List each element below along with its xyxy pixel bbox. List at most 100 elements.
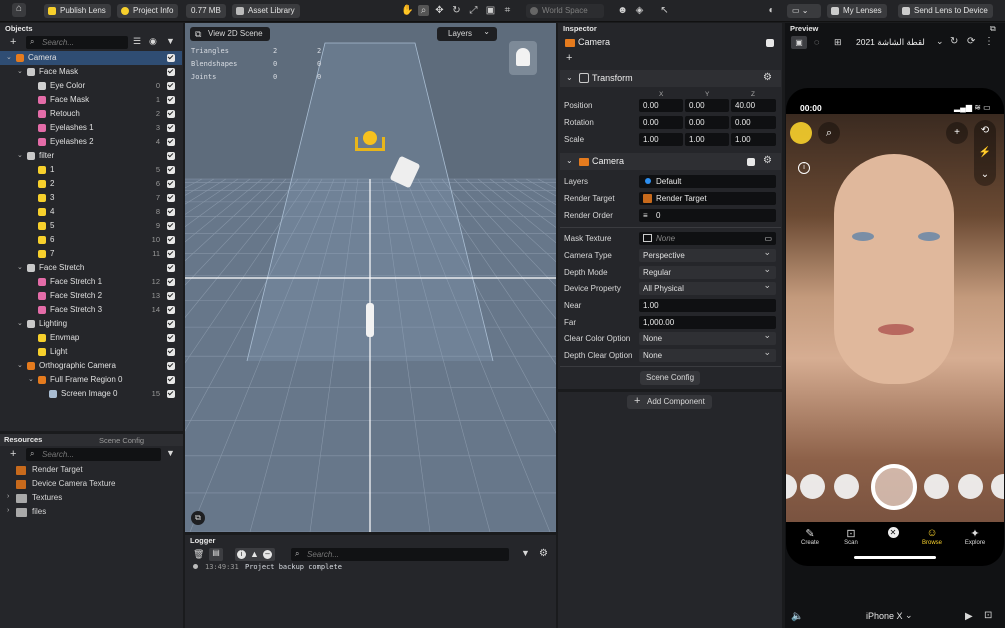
visibility-checkbox[interactable] <box>167 96 175 104</box>
capture-button[interactable] <box>871 464 917 510</box>
main-camera-gizmo-icon[interactable] <box>366 303 374 337</box>
chevron-down-icon[interactable]: ⌄ <box>17 149 23 163</box>
layers-dropdown[interactable]: Layers ⌄ <box>437 27 497 41</box>
visibility-checkbox[interactable] <box>167 152 175 160</box>
tree-row-3[interactable]: 37 <box>0 191 182 205</box>
trash-icon[interactable]: 🗑 <box>193 549 204 560</box>
lens-carousel-item[interactable] <box>924 474 949 499</box>
tree-row-screen-image-0[interactable]: Screen Image 0 15 <box>0 387 182 401</box>
video-camera-icon[interactable]: ▶ <box>965 611 973 622</box>
bitmoji-avatar[interactable] <box>790 122 812 144</box>
view-2d-scene-button[interactable]: ⧉ View 2D Scene <box>190 27 270 41</box>
cursor-icon[interactable]: ↖ <box>659 5 670 16</box>
visibility-checkbox[interactable] <box>167 306 175 314</box>
scene-config-button[interactable]: Scene Config <box>640 371 700 385</box>
rotation-y-field[interactable]: 0.00 <box>685 116 729 129</box>
chevron-right-icon[interactable]: › <box>7 493 9 500</box>
clear-color-dropdown[interactable]: None <box>639 329 776 345</box>
chevron-down-icon[interactable]: ⌄ <box>28 373 34 387</box>
position-z-field[interactable]: 40.00 <box>731 99 776 112</box>
preview-media-title[interactable]: لقطة الشاشة 2021 <box>856 37 925 48</box>
nav-close[interactable]: ✕ <box>873 527 913 538</box>
tree-row-6[interactable]: 6 10 <box>0 233 182 247</box>
folder-icon[interactable]: ▭ <box>764 232 772 245</box>
lens-carousel-item[interactable] <box>958 474 983 499</box>
gear-icon[interactable]: ⚙ <box>763 155 772 166</box>
visibility-checkbox[interactable] <box>167 362 175 370</box>
scale-tool-icon[interactable]: ⤢ <box>468 5 479 16</box>
tree-row-face-stretch-2[interactable]: Face Stretch 2 13 <box>0 289 182 303</box>
camera-enabled-checkbox[interactable] <box>747 158 755 166</box>
render-target-field[interactable]: Render Target <box>639 192 776 205</box>
position-y-field[interactable]: 0.00 <box>685 99 729 112</box>
my-lenses-button[interactable]: My Lenses <box>827 4 887 18</box>
visibility-checkbox[interactable] <box>167 264 175 272</box>
tree-row-face-stretch-1[interactable]: Face Stretch 1 12 <box>0 275 182 289</box>
move-tool-icon[interactable]: ✥ <box>434 5 445 16</box>
mask-texture-field[interactable]: None ▭ <box>639 232 776 245</box>
filter-icon[interactable]: ▼ <box>166 36 175 46</box>
preview-settings-icon[interactable]: ⧉ <box>990 24 996 34</box>
visibility-checkbox[interactable] <box>167 124 175 132</box>
chevron-down-icon[interactable]: ⌄ <box>936 36 944 47</box>
lens-carousel-item[interactable] <box>834 474 859 499</box>
visibility-checkbox[interactable] <box>167 236 175 244</box>
gear-icon[interactable]: ⚙ <box>763 72 772 83</box>
home-icon[interactable]: ⌂ <box>12 3 26 17</box>
visibility-checkbox[interactable] <box>167 194 175 202</box>
visibility-checkbox[interactable] <box>167 180 175 188</box>
face-icon[interactable]: ◌ <box>814 37 819 47</box>
object-enabled-checkbox[interactable] <box>766 39 774 47</box>
visibility-checkbox[interactable] <box>167 292 175 300</box>
add-component-icon[interactable]: + <box>566 52 572 64</box>
tree-row-envmap[interactable]: Envmap <box>0 331 182 345</box>
chevron-down-icon[interactable]: ⌄ <box>17 261 23 275</box>
resources-search[interactable]: ⌕ Search... <box>26 448 161 461</box>
add-resource-icon[interactable]: + <box>10 448 16 460</box>
chevron-down-icon[interactable]: ⌄ <box>17 359 23 373</box>
tree-row-7[interactable]: 7 11 <box>0 247 182 261</box>
preview-mode-icon[interactable]: ▣ <box>791 36 807 49</box>
chevron-right-icon[interactable]: › <box>7 507 9 514</box>
world-space-dropdown[interactable]: World Space <box>526 4 604 18</box>
visibility-checkbox[interactable] <box>167 348 175 356</box>
search-icon[interactable]: ⌕ <box>818 122 840 144</box>
position-x-field[interactable]: 0.00 <box>639 99 683 112</box>
filter-icon[interactable]: ▼ <box>166 448 175 458</box>
device-selector[interactable]: iPhone X <box>866 611 903 621</box>
dark-mode-icon[interactable]: ◐ <box>766 5 777 16</box>
ghost-gizmo-icon[interactable] <box>509 41 537 75</box>
chevron-down-icon[interactable]: ⌄ <box>17 317 23 331</box>
light-gizmo-icon[interactable] <box>355 131 385 153</box>
tree-row-face-stretch[interactable]: ⌄ Face Stretch <box>0 261 182 275</box>
visibility-checkbox[interactable] <box>167 166 175 174</box>
send-to-device-button[interactable]: Send Lens to Device <box>898 4 993 18</box>
info-icon[interactable]: i <box>237 550 246 559</box>
visibility-checkbox[interactable] <box>167 250 175 258</box>
rotate-tool-icon[interactable]: ↻ <box>451 5 462 16</box>
tree-row-full-frame-region-0[interactable]: ⌄ Full Frame Region 0 <box>0 373 182 387</box>
rotate-device-icon[interactable]: ⟳ <box>967 36 975 47</box>
video-icon[interactable]: ⊞ <box>834 37 842 48</box>
scene-viewport[interactable]: ⧉ View 2D Scene Layers ⌄ Triangles 2 2 Ble… <box>185 23 556 532</box>
near-field[interactable]: 1.00 <box>639 299 776 312</box>
tree-row-camera[interactable]: ⌄ Camera <box>0 51 182 65</box>
tree-row-eyelashes-2[interactable]: Eyelashes 2 4 <box>0 135 182 149</box>
tree-row-eyelashes-1[interactable]: Eyelashes 1 3 <box>0 121 182 135</box>
filter-icon[interactable]: ▼ <box>521 548 530 558</box>
tree-row-5[interactable]: 59 <box>0 219 182 233</box>
refresh-icon[interactable]: ↻ <box>950 36 958 47</box>
depth-clear-dropdown[interactable]: None <box>639 346 776 362</box>
tree-row-face-mask[interactable]: Face Mask 1 <box>0 93 182 107</box>
rect-tool-icon[interactable]: ▣ <box>485 5 496 16</box>
zoom-tool-icon[interactable]: ⌕ <box>418 5 429 16</box>
resource-files-folder[interactable]: files <box>32 507 46 516</box>
add-object-icon[interactable]: + <box>10 36 16 48</box>
volume-icon[interactable]: 🔈 <box>791 611 803 622</box>
camera-side-tools[interactable]: ⟲ ⚡ ⌄ <box>974 120 996 186</box>
rotation-z-field[interactable]: 0.00 <box>731 116 776 129</box>
publish-lens-button[interactable]: Publish Lens <box>44 4 111 18</box>
visibility-checkbox[interactable] <box>167 390 175 398</box>
info-icon[interactable]: i <box>798 162 810 174</box>
tab-scene-config[interactable]: Scene Config <box>99 436 144 445</box>
